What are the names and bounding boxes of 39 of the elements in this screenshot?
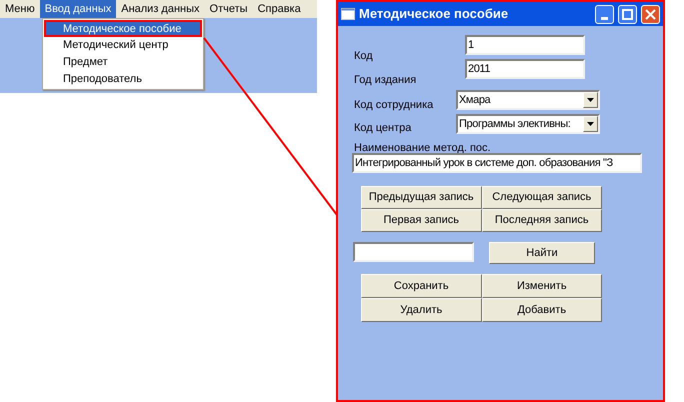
field-label: Код центра [354,121,412,136]
close-icon [645,8,656,20]
search-field[interactable] [353,242,474,262]
menu-item[interactable]: Анализ данных [116,0,205,18]
button[interactable]: Удалить [361,298,482,322]
window-icon [341,8,355,20]
combo-box[interactable]: Программы элективны: [456,114,600,134]
menu-item[interactable]: Ввод данных [40,0,116,18]
button[interactable]: Следующая запись [482,186,602,209]
text-field[interactable]: Интегрированный урок в системе доп. образования "З [352,153,642,173]
text-field[interactable]: 1 [465,35,585,55]
menu-item[interactable]: Меню [0,0,40,18]
button[interactable]: Изменить [482,274,602,298]
minimize-button[interactable] [595,4,614,24]
maximize-button[interactable] [618,4,637,24]
menu-item[interactable]: Методическое пособие [44,20,202,37]
menu-item[interactable]: Преподователь [44,71,202,88]
menu-item[interactable]: Методический центр [44,37,202,54]
button[interactable]: Предыдущая запись [361,186,482,209]
menu-item[interactable]: Справка [252,0,306,18]
combo-box[interactable]: Хмара [456,90,600,110]
field-label: Код [354,49,373,64]
close-button[interactable] [641,4,660,24]
text-field[interactable]: 2011 [465,59,585,79]
menu-item[interactable]: Предмет [44,54,202,71]
minimize-icon [601,16,608,20]
dropdown-arrow-icon [587,98,594,102]
menu-item[interactable]: Отчеты [204,0,253,18]
button[interactable]: Сохранить [361,274,482,298]
dropdown-arrow-icon [587,122,594,126]
button[interactable]: Первая запись [361,209,482,232]
field-label: Год издания [354,73,416,88]
field-label: Наименование метод. пос. [354,141,491,156]
button[interactable]: Добавить [482,298,602,322]
maximize-icon [622,8,633,20]
button[interactable]: Последняя запись [482,209,602,232]
find-button[interactable]: Найти [489,242,595,264]
window-title: Методическое пособие [359,5,510,24]
field-label: Код сотрудника [354,98,434,113]
